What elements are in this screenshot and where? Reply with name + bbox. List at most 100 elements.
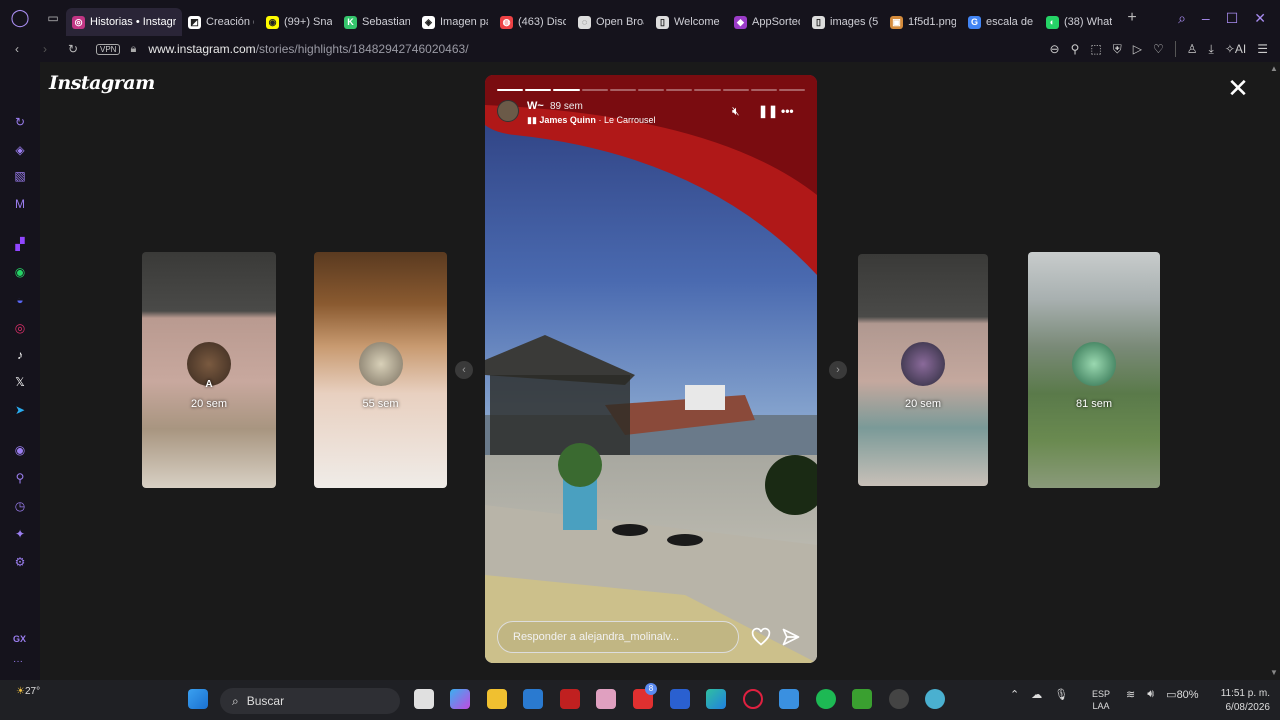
- mute-icon[interactable]: 🔇︎: [732, 104, 740, 119]
- minimize-button[interactable]: –: [1202, 10, 1210, 27]
- clock[interactable]: 11:51 p. m. 6/08/2026: [1214, 687, 1270, 715]
- story-thumbnail[interactable]: 81 sem: [1028, 252, 1160, 488]
- tab-9[interactable]: ▯ images (5: [806, 8, 884, 36]
- onedrive-icon[interactable]: ☁︎: [1031, 688, 1042, 701]
- x-icon[interactable]: 𝕏: [12, 374, 28, 390]
- tab-6[interactable]: ◌ Open Broa: [572, 8, 650, 36]
- zoom-icon[interactable]: ⊖: [1050, 42, 1060, 56]
- task-view-button[interactable]: [414, 689, 434, 709]
- office-app[interactable]: 8: [633, 683, 657, 709]
- language-indicator[interactable]: ESP LAA: [1092, 688, 1110, 712]
- tab-12[interactable]: ◐ (38) What: [1040, 8, 1120, 36]
- reload-button[interactable]: ↻: [62, 42, 84, 56]
- reload-icon[interactable]: ↻: [12, 114, 28, 130]
- vpn-app[interactable]: [925, 689, 945, 709]
- scroll-up-icon[interactable]: ▲: [1270, 64, 1278, 73]
- obs-app[interactable]: [889, 689, 909, 709]
- tab-search-icon[interactable]: ⌕: [1178, 10, 1186, 27]
- story-thumbnail[interactable]: A 20 sem: [142, 252, 276, 488]
- volume-icon[interactable]: 🔊︎: [1147, 688, 1154, 701]
- story-username[interactable]: W~: [527, 100, 544, 112]
- instagram-logo[interactable]: Instagram: [49, 72, 155, 94]
- tab-8[interactable]: ◆ AppSorteo: [728, 8, 806, 36]
- tab-7[interactable]: ▯ Welcome: [650, 8, 728, 36]
- lock-icon[interactable]: 🔒︎: [130, 43, 136, 56]
- minecraft-app[interactable]: [852, 689, 872, 709]
- previous-story-button[interactable]: ‹: [455, 361, 473, 379]
- photos-app[interactable]: [596, 689, 616, 709]
- opera-gx-app[interactable]: [743, 689, 763, 709]
- tab-5[interactable]: ◍ (463) Disc: [494, 8, 572, 36]
- copilot-app[interactable]: [450, 689, 470, 709]
- weather-widget[interactable]: ☀︎27°: [16, 686, 40, 697]
- whatsapp-icon[interactable]: ◉: [12, 264, 28, 280]
- tray-chevron-icon[interactable]: ⌃: [1010, 688, 1019, 701]
- wallet-icon[interactable]: ♙: [1187, 42, 1198, 56]
- tab-1[interactable]: ◩ Creación d: [182, 8, 260, 36]
- download-icon[interactable]: ⤓: [1209, 42, 1214, 57]
- explorer-app[interactable]: [487, 689, 507, 709]
- menu-icon[interactable]: ☰: [1257, 42, 1268, 56]
- extensions-icon[interactable]: ✦: [12, 526, 28, 542]
- close-story-button[interactable]: ✕: [1226, 75, 1250, 101]
- workspaces-icon[interactable]: ▧: [12, 168, 28, 184]
- close-window-button[interactable]: ✕: [1254, 10, 1266, 27]
- story-music[interactable]: ▮▮ James Quinn · Le Carrousel: [527, 115, 656, 126]
- tab-4[interactable]: ◈ Imagen pa: [416, 8, 494, 36]
- scrollbar[interactable]: ▲ ▼: [1268, 62, 1280, 680]
- vpn-badge[interactable]: VPN: [96, 43, 121, 55]
- instagram-icon[interactable]: ◎: [12, 320, 28, 336]
- start-button[interactable]: [188, 689, 208, 709]
- player-icon[interactable]: ◉: [12, 442, 28, 458]
- url-field[interactable]: www.instagram.com/stories/highlights/184…: [148, 42, 468, 56]
- story-avatar[interactable]: [497, 100, 519, 122]
- aria-icon[interactable]: ◈: [12, 142, 28, 158]
- tab-10[interactable]: ▣ 1f5d1.png: [884, 8, 962, 36]
- snapshot-icon[interactable]: ⬚: [1090, 42, 1101, 56]
- tab-11[interactable]: Gescala de: [962, 8, 1040, 36]
- spotify-app[interactable]: [816, 689, 836, 709]
- play-icon[interactable]: ▷: [1133, 42, 1142, 56]
- heart-icon[interactable]: ♡: [1153, 42, 1164, 56]
- tab-menu-icon[interactable]: ▭: [40, 11, 66, 25]
- story-thumbnail[interactable]: 55 sem: [314, 252, 447, 488]
- tab-0[interactable]: ◎ Historias • Instagr: [66, 8, 182, 36]
- new-tab-button[interactable]: +: [1120, 9, 1144, 27]
- forward-button[interactable]: ›: [34, 42, 56, 56]
- next-story-button[interactable]: ›: [829, 361, 847, 379]
- maximize-button[interactable]: ☐: [1226, 10, 1239, 27]
- taskbar-search[interactable]: ⌕ Buscar: [220, 688, 400, 714]
- send-icon[interactable]: [781, 627, 801, 647]
- sidebar-gx-label[interactable]: GX: [13, 634, 26, 644]
- wifi-icon[interactable]: ≋: [1126, 688, 1135, 701]
- pin-icon[interactable]: ⚲: [1071, 42, 1080, 56]
- tab-3[interactable]: K Sebastian: [338, 8, 416, 36]
- ai-button[interactable]: ✧AI: [1225, 42, 1246, 56]
- story-viewer[interactable]: W~ 89 sem ▮▮ James Quinn · Le Carrousel …: [485, 75, 817, 663]
- history-icon[interactable]: ◷: [12, 498, 28, 514]
- tiktok-icon[interactable]: ♪: [12, 347, 28, 363]
- outlook-app[interactable]: [670, 689, 690, 709]
- like-icon[interactable]: [751, 627, 771, 647]
- discord-icon[interactable]: ◒: [12, 292, 28, 308]
- story-thumbnail[interactable]: 20 sem: [858, 254, 988, 486]
- scroll-down-icon[interactable]: ▼: [1270, 668, 1278, 677]
- reply-input[interactable]: Responder a alejandra_molinalv...: [497, 621, 739, 653]
- pause-icon[interactable]: ❚❚: [758, 104, 778, 118]
- adblock-icon[interactable]: ⛨: [1113, 42, 1122, 57]
- opera-logo-icon[interactable]: ◯: [0, 0, 40, 36]
- store-app[interactable]: [523, 689, 543, 709]
- back-button[interactable]: ‹: [6, 42, 28, 56]
- telegram-icon[interactable]: ➤: [12, 402, 28, 418]
- mail-icon[interactable]: M: [12, 196, 28, 212]
- settings-icon[interactable]: ⚙: [12, 554, 28, 570]
- sidebar-more-icon[interactable]: ···: [13, 656, 23, 667]
- antivirus-app[interactable]: [560, 689, 580, 709]
- paint-app[interactable]: [779, 689, 799, 709]
- microphone-icon[interactable]: 🎙︎: [1054, 688, 1068, 701]
- more-options-icon[interactable]: •••: [781, 104, 794, 118]
- edge-app[interactable]: [706, 689, 726, 709]
- tab-2[interactable]: ◉ (99+) Sna: [260, 8, 338, 36]
- pin-icon[interactable]: ⚲: [12, 470, 28, 486]
- twitch-icon[interactable]: ▞: [12, 236, 28, 252]
